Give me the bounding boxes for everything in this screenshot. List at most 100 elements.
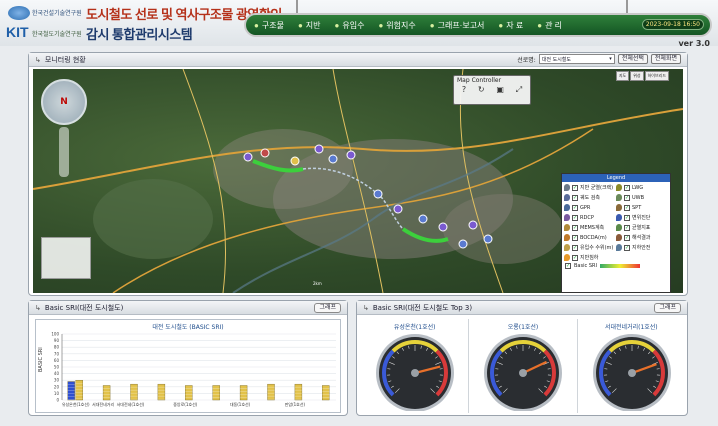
legend-item[interactable]: ✓ UWB <box>616 194 668 201</box>
legend-checkbox[interactable]: ✓ <box>624 184 630 191</box>
zoom-slider[interactable] <box>59 127 69 177</box>
marker-pin-icon <box>564 194 570 201</box>
station-marker <box>290 156 300 166</box>
legend-checkbox[interactable]: ✓ <box>624 224 630 231</box>
legend-checkbox[interactable]: ✓ <box>624 244 630 251</box>
basic-sri-graph-button[interactable]: 그래프 <box>314 303 341 313</box>
bar <box>102 385 111 401</box>
top3-panel: ↳ Basic SRI(대전 도시철도 Top 3) 그래프 유성온천(1호선)… <box>356 300 688 416</box>
line-select[interactable]: 대전 도시철도 ▾ <box>538 54 615 64</box>
station-marker <box>458 239 468 249</box>
legend-checkbox[interactable]: ✓ <box>572 184 578 191</box>
bullet-icon: ● <box>537 20 543 30</box>
marker-pin-icon <box>616 184 622 191</box>
map-type-satellite[interactable]: 위성 <box>630 71 644 81</box>
chart-title: 대전 도시철도 (BASIC SRI) <box>152 324 224 331</box>
checkbox[interactable]: ✓ <box>565 263 571 269</box>
legend-item[interactable]: ✓ BOCDA(m) <box>564 234 616 241</box>
station-marker <box>314 144 324 154</box>
chevron-left-icon: ↳ <box>35 55 41 64</box>
gauge-dial <box>592 334 671 411</box>
legend-item[interactable]: ✓ SPT <box>616 204 668 211</box>
refresh-icon[interactable]: ↻ <box>478 85 485 95</box>
map-type-map[interactable]: 지도 <box>615 71 630 81</box>
legend-item[interactable]: ✓ 변위진단 <box>616 214 668 221</box>
select-all-button[interactable]: 전체선택 <box>617 54 648 64</box>
legend-label: LWG <box>632 184 644 191</box>
legend-item[interactable]: ✓ 궤도 검측 <box>564 194 616 201</box>
legend-label: 지반침하 <box>580 255 599 261</box>
bullet-icon: ● <box>378 20 384 30</box>
datetime-badge: 2023-09-18 16:50 <box>641 19 704 30</box>
save-icon[interactable]: ▣ <box>496 85 504 95</box>
marker-pin-icon <box>616 244 622 251</box>
legend-checkbox[interactable]: ✓ <box>572 204 578 211</box>
legend-checkbox[interactable]: ✓ <box>572 194 578 201</box>
legend-title: Legend <box>562 174 670 182</box>
legend-label: SPT <box>632 204 642 211</box>
chevron-left-icon: ↳ <box>35 303 41 312</box>
satellite-map[interactable]: N Map Controller ? ↻ ▣ ⤢ 지도 위성 하이브리드 Leg… <box>33 69 683 293</box>
gauge-title: 유성온천(1호선) <box>393 324 436 331</box>
legend-checkbox[interactable]: ✓ <box>572 244 578 251</box>
legend-item[interactable]: ✓ RDCP <box>564 214 616 221</box>
legend-item[interactable]: ✓ GPR <box>564 204 616 211</box>
basic-sri-title: Basic SRI(대전 도시철도) <box>44 303 124 312</box>
legend-checkbox[interactable]: ✓ <box>624 214 630 221</box>
compass-icon[interactable]: N <box>41 79 87 125</box>
bar <box>185 385 193 401</box>
menu-inflow[interactable]: ● 유입수 <box>335 20 365 31</box>
menu-data[interactable]: ● 자 료 <box>498 20 523 31</box>
legend-item[interactable]: ✓ 지반침하 <box>564 254 616 261</box>
station-marker <box>438 222 448 232</box>
basic-sri-panel: ↳ Basic SRI(대전 도시철도) 그래프 대전 도시철도 (BASIC … <box>28 300 348 416</box>
legend-checkbox[interactable]: ✓ <box>624 204 630 211</box>
menu-ground[interactable]: ● 지반 <box>298 20 321 31</box>
legend-item[interactable]: ✓ LWG <box>616 184 668 191</box>
station-marker <box>468 220 478 230</box>
gauge-row: 유성온천(1호선) 오룡(1호선) 서대전네거리(1호선) <box>361 319 685 413</box>
menu-admin[interactable]: ● 관 리 <box>537 20 562 31</box>
legend-label: BOCDA(m) <box>580 234 607 241</box>
farmland-shape <box>93 179 213 259</box>
org-name-2: 한국철도기술연구원 <box>32 31 82 38</box>
legend-grid: ✓ 지반 균열(크랙) ✓ LWG ✓ 궤도 검측 ✓ UWB ✓ GPR ✓ SPT ✓ RDCP ✓ 변위… <box>562 182 670 263</box>
legend-label: MEMS계측 <box>580 225 605 231</box>
menubar-hook-right <box>626 0 628 13</box>
legend-label: 궤도 검측 <box>580 195 600 201</box>
gauge-cell: 유성온천(1호선) <box>361 319 470 413</box>
legend-item[interactable]: ✓ 지반 균열(크랙) <box>564 184 616 191</box>
map-type-hybrid[interactable]: 하이브리드 <box>644 71 669 81</box>
legend-checkbox[interactable]: ✓ <box>572 254 578 261</box>
expand-icon[interactable]: ⤢ <box>516 85 522 95</box>
station-marker <box>346 150 356 160</box>
monitoring-title: 모니터링 현황 <box>44 55 86 64</box>
help-icon[interactable]: ? <box>462 85 466 95</box>
y-tick-label: 90 <box>54 338 60 343</box>
top3-graph-button[interactable]: 그래프 <box>654 303 681 313</box>
legend-checkbox[interactable]: ✓ <box>572 234 578 241</box>
menu-label: 지반 <box>305 20 321 30</box>
legend-item[interactable]: ✓ 균열지표 <box>616 224 668 231</box>
bar-chart-svg: BASIC SRI 0 10 2030 4050 60 7080 90100 유성온천(1호선)… <box>38 332 336 407</box>
fullscreen-button[interactable]: 전체화면 <box>650 54 681 64</box>
legend-item[interactable]: ✓ 지하안전 <box>616 244 668 251</box>
legend-item[interactable]: ✓ MEMS계측 <box>564 224 616 231</box>
menu-structure[interactable]: ● 구조물 <box>254 20 284 31</box>
legend-item[interactable]: ✓ 유입수 수위(m) <box>564 244 616 251</box>
urban-area-shape <box>443 194 563 264</box>
gauge-dial <box>376 334 454 411</box>
legend-label: 지반 균열(크랙) <box>580 185 614 191</box>
legend-checkbox[interactable]: ✓ <box>624 194 630 201</box>
app-header: 한국건설기술연구원 도시철도 선로 및 역사구조물 광역확인 KIT 한국철도기… <box>0 0 718 48</box>
legend-item[interactable]: ✓ 해석결과 <box>616 234 668 241</box>
legend-checkbox[interactable]: ✓ <box>572 214 578 221</box>
bullet-icon: ● <box>429 20 435 30</box>
monitoring-panel-header: ↳ 모니터링 현황 선로명: 대전 도시철도 ▾ 전체선택 전체화면 <box>29 53 687 67</box>
legend-checkbox[interactable]: ✓ <box>572 224 578 231</box>
menu-risk-index[interactable]: ● 위험지수 <box>378 20 415 31</box>
menu-label: 자 료 <box>506 20 524 30</box>
legend-label: UWB <box>632 194 645 201</box>
legend-checkbox[interactable]: ✓ <box>624 234 630 241</box>
menu-graph-report[interactable]: ● 그래프·보고서 <box>430 20 485 31</box>
